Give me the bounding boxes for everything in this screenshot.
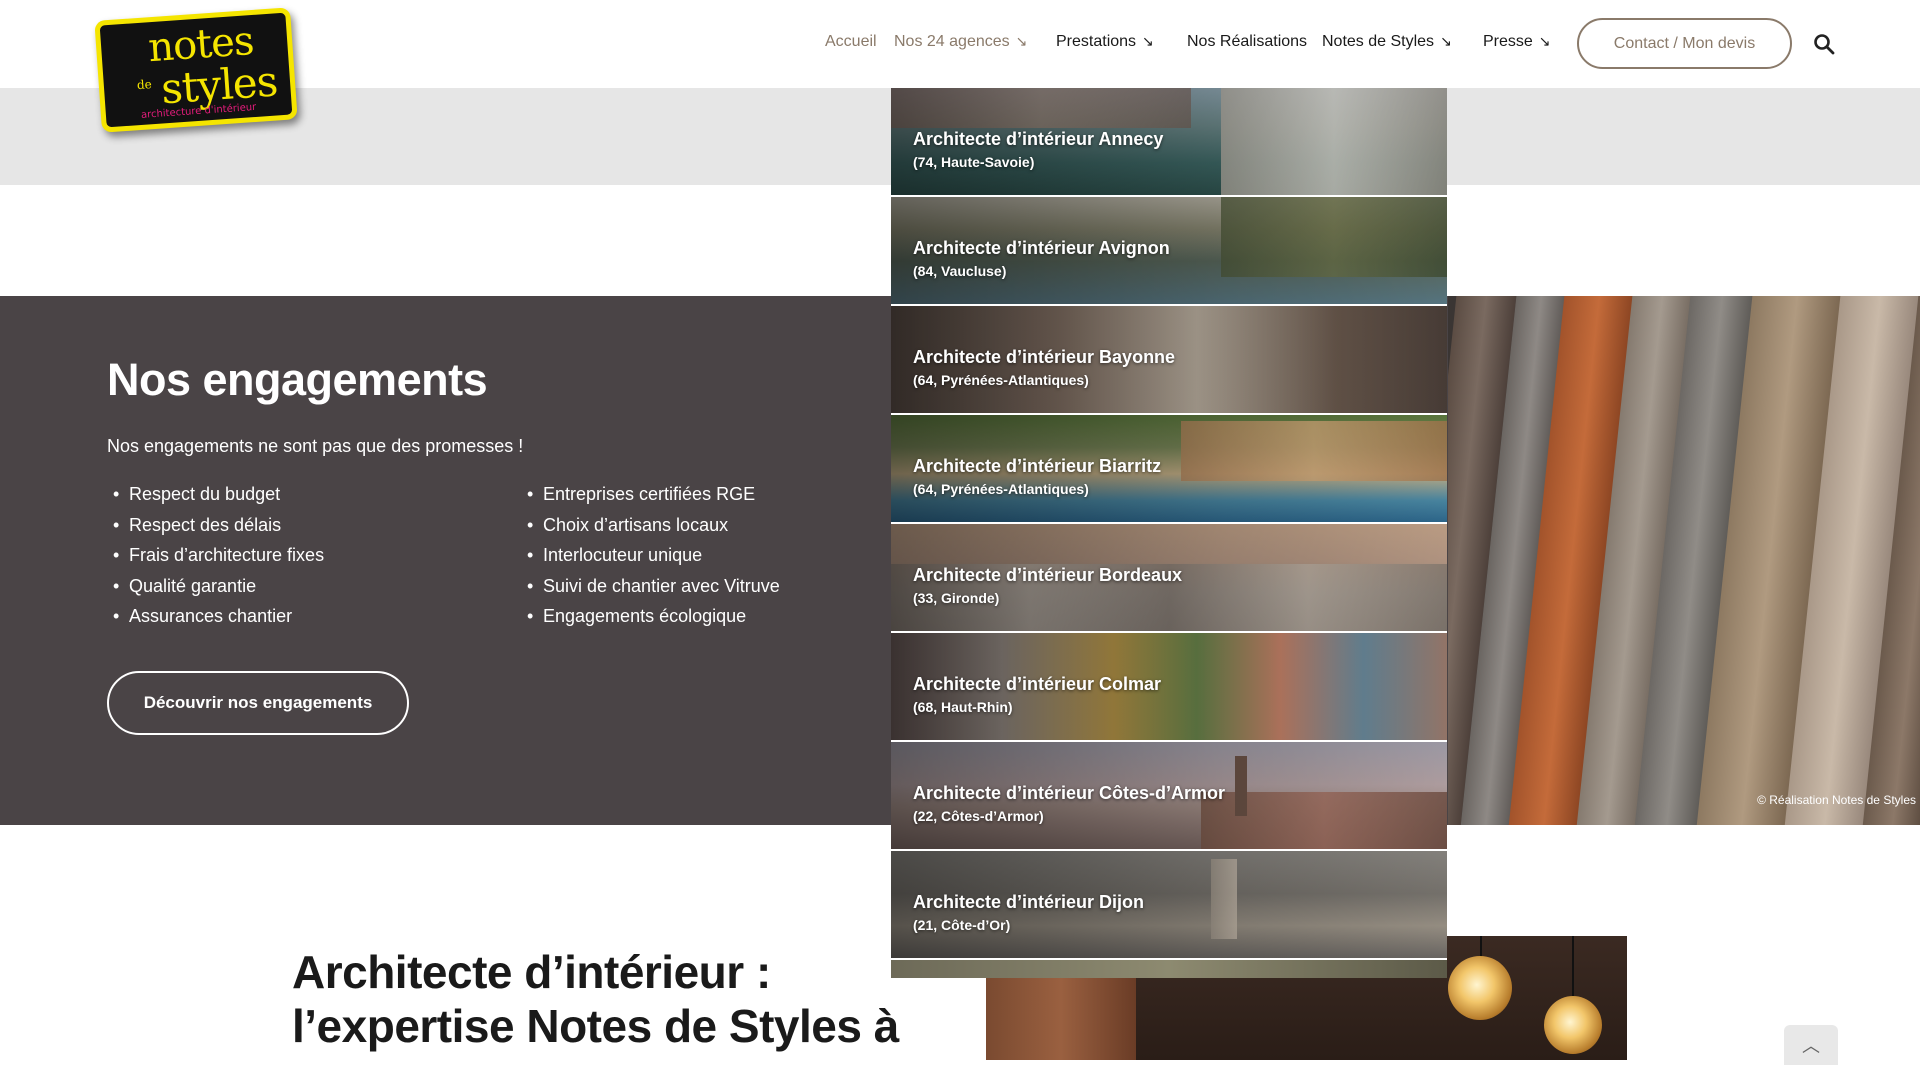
- fabric-photo: © Réalisation Notes de Styles: [1448, 296, 1920, 825]
- list-item: Frais d’architecture fixes: [107, 540, 324, 571]
- list-item: Interlocuteur unique: [521, 540, 780, 571]
- arrow-down-right-icon: ↘: [1538, 33, 1551, 49]
- list-item: Entreprises certifiées RGE: [521, 479, 780, 510]
- nav-notes-de-styles[interactable]: Notes de Styles ↘: [1322, 33, 1452, 51]
- dropdown-item-dijon[interactable]: Architecte d’intérieur Dijon (21, Côte-d…: [891, 851, 1447, 958]
- dropdown-item-bordeaux[interactable]: Architecte d’intérieur Bordeaux (33, Gir…: [891, 524, 1447, 631]
- dropdown-item-bayonne[interactable]: Architecte d’intérieur Bayonne (64, Pyré…: [891, 306, 1447, 413]
- dropdown-item-avignon[interactable]: Architecte d’intérieur Avignon (84, Vauc…: [891, 197, 1447, 304]
- logo-word-de: de: [136, 77, 153, 93]
- arrow-down-right-icon: ↘: [1015, 33, 1028, 49]
- lamp-bulb: [1544, 996, 1602, 1054]
- photo-credit: © Réalisation Notes de Styles: [1757, 793, 1916, 807]
- list-item: Respect du budget: [107, 479, 324, 510]
- search-icon[interactable]: [1813, 33, 1835, 55]
- arrow-down-right-icon: ↘: [1440, 33, 1452, 49]
- engagements-list-right: Entreprises certifiées RGE Choix d’artis…: [521, 479, 780, 632]
- nav-prestations[interactable]: Prestations ↘: [1056, 33, 1154, 51]
- scroll-top-button[interactable]: ︿: [1784, 1025, 1838, 1065]
- engagements-intro: Nos engagements ne sont pas que des prom…: [107, 436, 524, 456]
- dropdown-item-cotes-darmor[interactable]: Architecte d’intérieur Côtes-d’Armor (22…: [891, 742, 1447, 849]
- dropdown-item-partial[interactable]: [891, 960, 1447, 978]
- lamp-bulb: [1448, 956, 1512, 1020]
- engagements-title: Nos engagements: [107, 354, 488, 405]
- dropdown-item-colmar[interactable]: Architecte d’intérieur Colmar (68, Haut-…: [891, 633, 1447, 740]
- discover-engagements-button[interactable]: Découvrir nos engagements: [107, 671, 409, 735]
- list-item: Respect des délais: [107, 510, 324, 541]
- list-item: Engagements écologique: [521, 601, 780, 632]
- dropdown-item-annecy[interactable]: Architecte d’intérieur Annecy (74, Haute…: [891, 88, 1447, 195]
- agences-dropdown: Architecte d’intérieur Annecy (74, Haute…: [891, 88, 1447, 978]
- list-item: Choix d’artisans locaux: [521, 510, 780, 541]
- nav-nos-realisations[interactable]: Nos Réalisations: [1187, 33, 1307, 51]
- nav-nos-agences[interactable]: Nos 24 agences ↘: [894, 33, 1027, 51]
- engagements-list-left: Respect du budget Respect des délais Fra…: [107, 479, 324, 632]
- arrow-down-right-icon: ↘: [1142, 33, 1154, 49]
- list-item: Qualité garantie: [107, 571, 324, 602]
- dropdown-item-biarritz[interactable]: Architecte d’intérieur Biarritz (64, Pyr…: [891, 415, 1447, 522]
- contact-devis-button[interactable]: Contact / Mon devis: [1577, 18, 1792, 69]
- nav-presse[interactable]: Presse ↘: [1483, 33, 1551, 51]
- nav-accueil[interactable]: Accueil: [825, 33, 877, 51]
- site-logo[interactable]: notes de styles architecture d'intérieur: [94, 7, 298, 133]
- list-item: Assurances chantier: [107, 601, 324, 632]
- section-heading: Architecte d’intérieur : l’expertise Not…: [292, 946, 899, 1052]
- list-item: Suivi de chantier avec Vitruve: [521, 571, 780, 602]
